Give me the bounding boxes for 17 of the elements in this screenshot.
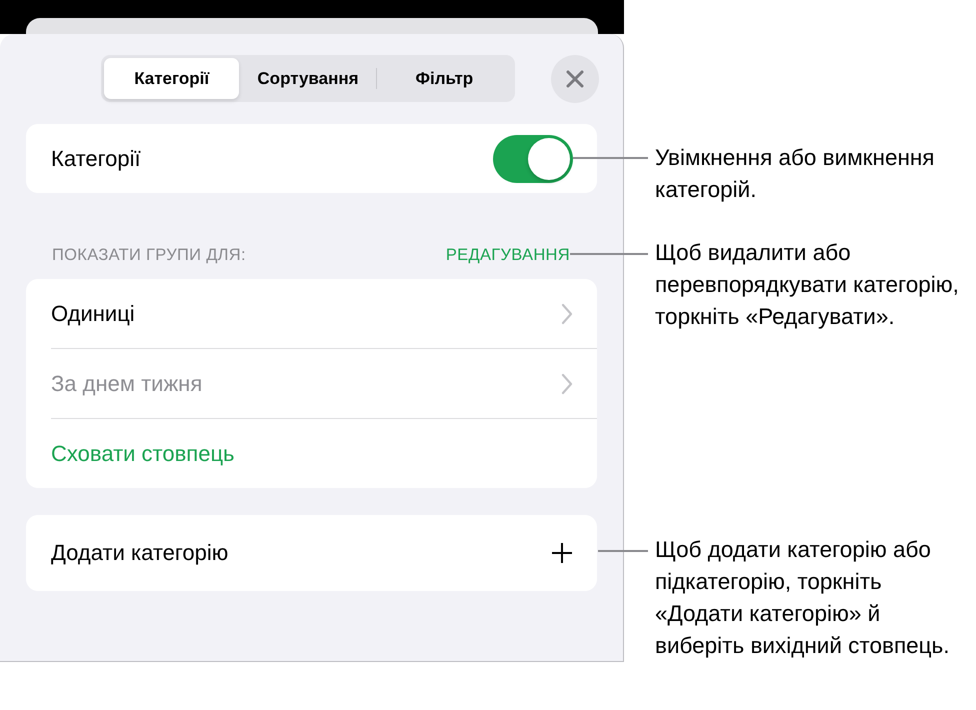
close-button[interactable] [551, 54, 599, 102]
list-item[interactable]: Одиниці [51, 300, 135, 326]
row-label: Категорії [51, 146, 141, 172]
plus-icon[interactable] [551, 542, 573, 564]
chevron-icon [561, 372, 573, 394]
callout-text: Щоб видалити або перевпорядкувати категорію, торкніть «Редагувати». [655, 239, 960, 331]
toggle-switch[interactable] [493, 134, 573, 182]
segment-tab[interactable]: Фільтр [376, 58, 512, 99]
callout-text: Щоб додати категорію або підкатегорію, торкніть «Додати категорію» й виберіть вихідний стовпець. [655, 536, 950, 660]
callout-text: Увімкнення або вимкнення категорій. [655, 144, 936, 204]
section-header: ПОКАЗАТИ ГРУПИ ДЛЯ: [52, 246, 246, 264]
close-icon [566, 70, 584, 88]
leader-line [598, 550, 648, 552]
add-category-button[interactable]: Додати категорію [51, 540, 228, 566]
chevron-icon [561, 302, 573, 324]
segment-tab[interactable]: Категорії [104, 58, 240, 99]
segment-tab[interactable]: Сортування [240, 58, 376, 99]
